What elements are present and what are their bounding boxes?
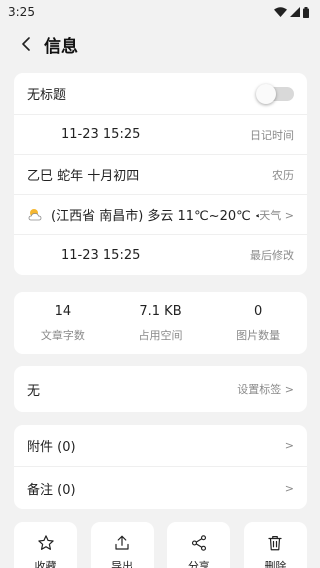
modified-row: 11-23 15:25 最后修改 bbox=[14, 235, 307, 275]
stats-card: 14 文章字数 7.1 KB 占用空间 0 图片数量 bbox=[14, 292, 307, 354]
stat-image-count: 0 图片数量 bbox=[209, 292, 307, 354]
upload-icon bbox=[115, 535, 129, 550]
stat-label: 图片数量 bbox=[236, 328, 281, 342]
tags-card: 无 设置标签 > bbox=[14, 366, 307, 412]
star-icon bbox=[37, 535, 54, 550]
tags-value: 无 bbox=[27, 383, 41, 399]
stat-label: 文章字数 bbox=[40, 328, 85, 342]
modified-label: 最后修改 bbox=[250, 249, 294, 262]
delete-label: 删除 bbox=[264, 560, 287, 568]
extras-card: 附件 (0) > 备注 (0) > bbox=[14, 425, 307, 509]
battery-icon bbox=[303, 6, 309, 18]
favorite-button[interactable]: 收藏 bbox=[14, 522, 77, 568]
stat-label: 占用空间 bbox=[138, 328, 183, 342]
wifi-icon bbox=[274, 7, 287, 17]
tags-row[interactable]: 无 设置标签 > bbox=[14, 366, 307, 412]
stat-storage: 7.1 KB 占用空间 bbox=[112, 292, 210, 354]
weather-value: (江西省 南昌市) 多云 11℃~20℃ <3 bbox=[51, 209, 259, 224]
title-row: 无标题 bbox=[14, 73, 307, 115]
info-card: 无标题 11-23 15:25 日记时间 乙巳 蛇年 十月初四 农历 (江西省 … bbox=[14, 73, 307, 275]
status-time: 3:25 bbox=[8, 5, 35, 19]
share-icon bbox=[191, 535, 206, 551]
weather-info: (江西省 南昌市) 多云 11℃~20℃ <3 bbox=[27, 205, 259, 224]
attachments-row[interactable]: 附件 (0) > bbox=[14, 425, 307, 467]
toggle-knob bbox=[256, 83, 276, 104]
back-arrow-icon bbox=[22, 37, 30, 51]
set-tags-link[interactable]: 设置标签 > bbox=[237, 381, 294, 397]
favorite-label: 收藏 bbox=[34, 560, 57, 568]
delete-button[interactable]: 删除 bbox=[243, 522, 307, 568]
diary-time-value: 11-23 15:25 bbox=[61, 127, 141, 142]
status-icons bbox=[274, 6, 309, 18]
share-label: 分享 bbox=[187, 560, 210, 568]
stat-value: 7.1 KB bbox=[139, 303, 182, 319]
notes-label: 备注 (0) bbox=[27, 482, 76, 498]
attachments-label: 附件 (0) bbox=[27, 440, 76, 455]
signal-icon bbox=[290, 7, 300, 17]
action-bar: 收藏 导出 分享 删除 bbox=[14, 522, 307, 568]
trash-icon bbox=[268, 536, 283, 551]
page-title: 信息 bbox=[44, 36, 78, 57]
status-bar: 3:25 bbox=[0, 0, 319, 24]
title-label: 无标题 bbox=[27, 88, 67, 103]
weather-row[interactable]: (江西省 南昌市) 多云 11℃~20℃ <3 天气 > bbox=[14, 195, 307, 235]
chevron-right-icon: > bbox=[284, 439, 294, 452]
export-button[interactable]: 导出 bbox=[90, 522, 154, 568]
notes-row[interactable]: 备注 (0) > bbox=[14, 467, 307, 509]
diary-time-row[interactable]: 11-23 15:25 日记时间 bbox=[14, 115, 307, 155]
back-button[interactable] bbox=[14, 32, 38, 56]
chevron-right-icon: > bbox=[284, 481, 294, 495]
weather-label: 天气 > bbox=[259, 208, 294, 222]
diary-time-label: 日记时间 bbox=[250, 128, 294, 142]
stat-value: 0 bbox=[254, 303, 263, 319]
stat-word-count: 14 文章字数 bbox=[14, 292, 112, 354]
title-toggle[interactable] bbox=[256, 83, 294, 104]
export-label: 导出 bbox=[111, 560, 134, 568]
lunar-row: 乙巳 蛇年 十月初四 农历 bbox=[14, 155, 307, 195]
lunar-label: 农历 bbox=[272, 168, 294, 182]
lunar-value: 乙巳 蛇年 十月初四 bbox=[27, 169, 140, 184]
share-button[interactable]: 分享 bbox=[167, 522, 231, 568]
modified-value: 11-23 15:25 bbox=[61, 247, 141, 263]
cloudy-weather-icon bbox=[28, 208, 42, 220]
app-bar: 信息 bbox=[0, 26, 319, 62]
stat-value: 14 bbox=[54, 303, 72, 319]
